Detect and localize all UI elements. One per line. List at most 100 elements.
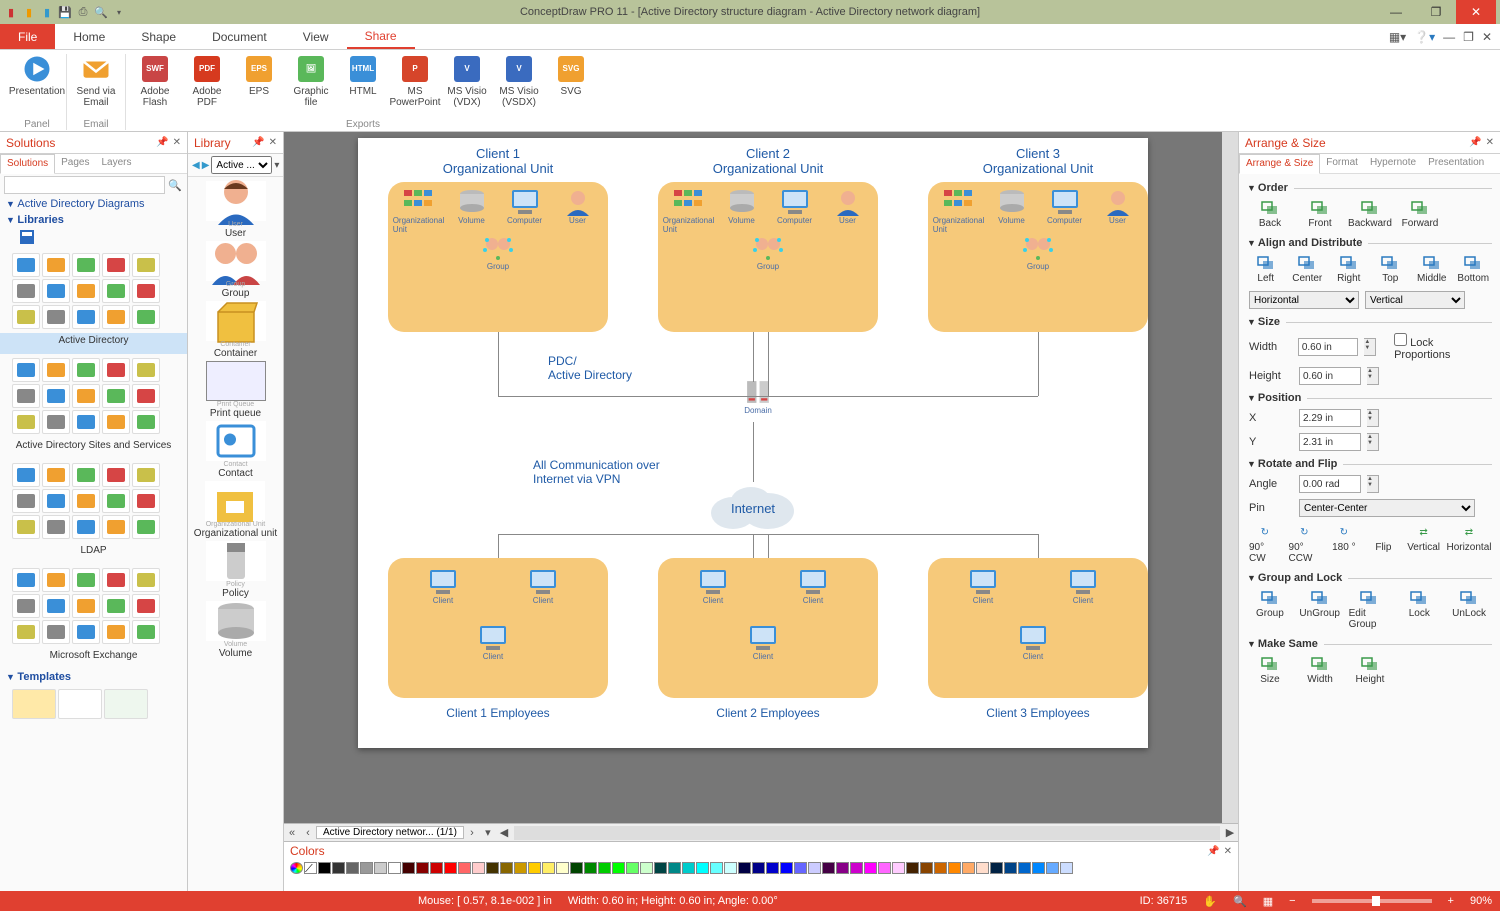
internet-cloud[interactable]: Internet xyxy=(703,483,803,533)
stencil-shape[interactable] xyxy=(72,305,100,329)
color-swatch[interactable] xyxy=(584,862,597,874)
org-unit-icon[interactable]: Organizational Unit xyxy=(664,188,714,234)
stencil-shape[interactable] xyxy=(102,384,130,408)
hscroll-right-icon[interactable]: ▶ xyxy=(1222,826,1238,839)
stencil-shape[interactable] xyxy=(132,410,160,434)
org-unit-icon[interactable]: Organizational Unit xyxy=(934,188,984,234)
right-button[interactable]: Right xyxy=(1332,255,1366,284)
width-input[interactable]: 0.60 in xyxy=(1298,338,1359,356)
y-spinner[interactable]: ▲▼ xyxy=(1367,433,1379,451)
angle-spinner[interactable]: ▲▼ xyxy=(1367,475,1379,493)
stencil-shape[interactable] xyxy=(12,489,40,513)
stencil-shape[interactable] xyxy=(132,279,160,303)
color-swatch[interactable] xyxy=(388,862,401,874)
stencil-shape[interactable] xyxy=(102,358,130,382)
stencil-shape[interactable] xyxy=(102,620,130,644)
distribute-vert-select[interactable]: Vertical xyxy=(1365,291,1465,309)
tab-document[interactable]: Document xyxy=(194,24,285,49)
bottom-button[interactable]: Bottom xyxy=(1457,255,1491,284)
color-swatch[interactable] xyxy=(850,862,863,874)
color-swatch[interactable] xyxy=(612,862,625,874)
open-icon[interactable]: ▮ xyxy=(40,5,54,19)
tab-shape[interactable]: Shape xyxy=(123,24,194,49)
tab-menu-icon[interactable]: ▾ xyxy=(480,826,496,839)
tab-prev-icon[interactable]: ‹ xyxy=(300,827,316,839)
stencil-shape[interactable] xyxy=(102,515,130,539)
color-swatch[interactable] xyxy=(752,862,765,874)
stencil-shape[interactable] xyxy=(42,305,70,329)
new-doc-icon[interactable]: ▮ xyxy=(22,5,36,19)
stencil-shape[interactable] xyxy=(42,253,70,277)
print-icon[interactable]: ⎙ xyxy=(76,5,90,19)
maximize-button[interactable]: ❐ xyxy=(1416,0,1456,24)
color-swatch[interactable] xyxy=(696,862,709,874)
client-pc-icon[interactable]: Client xyxy=(958,568,1008,605)
color-swatch[interactable] xyxy=(738,862,751,874)
color-swatch[interactable] xyxy=(878,862,891,874)
rotate-90cw-button[interactable]: ↻90° CW xyxy=(1249,524,1281,564)
angle-input[interactable]: 0.00 rad xyxy=(1299,475,1361,493)
zoom-tool-icon[interactable]: 🔍 xyxy=(1233,895,1247,908)
color-swatch[interactable] xyxy=(486,862,499,874)
pin-select[interactable]: Center-Center xyxy=(1299,499,1475,517)
stencil-block[interactable]: Active Directory xyxy=(0,228,187,354)
export-vdx-button[interactable]: VMS Visio (VDX) xyxy=(444,54,490,119)
file-tab[interactable]: File xyxy=(0,24,55,49)
zoom-out-icon[interactable]: − xyxy=(1289,895,1295,907)
stencil-shape[interactable] xyxy=(102,253,130,277)
color-swatch[interactable] xyxy=(542,862,555,874)
stencil-shape[interactable] xyxy=(132,358,160,382)
color-swatch[interactable] xyxy=(934,862,947,874)
color-swatch[interactable] xyxy=(1060,862,1073,874)
color-wheel-icon[interactable] xyxy=(290,862,303,874)
client-pc-icon[interactable]: Client xyxy=(518,568,568,605)
color-swatch[interactable] xyxy=(500,862,513,874)
color-swatch[interactable] xyxy=(514,862,527,874)
document-tab[interactable]: Active Directory networ... (1/1) xyxy=(316,826,464,839)
horizontal-scrollbar[interactable] xyxy=(514,826,1220,840)
back-button[interactable]: Back xyxy=(1249,200,1291,229)
library-shape[interactable]: UserUser xyxy=(206,181,266,239)
unlock-button[interactable]: UnLock xyxy=(1448,590,1490,630)
stencil-shape[interactable] xyxy=(12,620,40,644)
color-swatch[interactable] xyxy=(458,862,471,874)
stencil-shape[interactable] xyxy=(102,305,130,329)
pin-icon[interactable]: 📌 xyxy=(1207,846,1219,857)
stencil-shape[interactable] xyxy=(132,515,160,539)
stencil-shape[interactable] xyxy=(72,620,100,644)
stencil-shape[interactable] xyxy=(132,305,160,329)
library-shape[interactable]: Print QueuePrint queue xyxy=(206,361,266,419)
stencil-shape[interactable] xyxy=(102,594,130,618)
color-swatch[interactable] xyxy=(556,862,569,874)
eyedropper-icon[interactable]: ⟋ xyxy=(304,862,317,874)
stencil-shape[interactable] xyxy=(132,253,160,277)
fit-page-icon[interactable]: ▦ xyxy=(1263,895,1273,908)
width-spinner[interactable]: ▲▼ xyxy=(1364,338,1376,356)
computer-icon[interactable]: Computer xyxy=(500,188,550,225)
tree-libraries[interactable]: Libraries xyxy=(0,212,187,228)
middle-button[interactable]: Middle xyxy=(1415,255,1449,284)
color-swatch[interactable] xyxy=(808,862,821,874)
employee-box[interactable]: ClientClientClient xyxy=(928,558,1148,698)
stencil-shape[interactable] xyxy=(12,515,40,539)
stencil-shape[interactable] xyxy=(72,568,100,592)
color-swatch[interactable] xyxy=(374,862,387,874)
stencil-shape[interactable] xyxy=(132,568,160,592)
stencil-shape[interactable] xyxy=(42,279,70,303)
color-swatch[interactable] xyxy=(626,862,639,874)
color-swatch[interactable] xyxy=(724,862,737,874)
export-ppt-button[interactable]: PMS PowerPoint xyxy=(392,54,438,119)
rotate-180-button[interactable]: ↻180 ° xyxy=(1328,524,1360,564)
client-pc-icon[interactable]: Client xyxy=(468,624,518,661)
subtab-solutions[interactable]: Solutions xyxy=(0,154,55,174)
stencil-shape[interactable] xyxy=(12,279,40,303)
close-icon[interactable]: ✕ xyxy=(1224,846,1232,857)
lib-prev-icon[interactable]: ◀ xyxy=(192,160,200,171)
zoom-in-icon[interactable]: + xyxy=(1448,895,1454,907)
search-icon[interactable]: 🔍 xyxy=(94,5,108,19)
stencil-shape[interactable] xyxy=(102,568,130,592)
color-swatch[interactable] xyxy=(528,862,541,874)
user-icon[interactable]: User xyxy=(1093,188,1143,225)
stencil-shape[interactable] xyxy=(72,253,100,277)
distribute-horiz-select[interactable]: Horizontal xyxy=(1249,291,1359,309)
